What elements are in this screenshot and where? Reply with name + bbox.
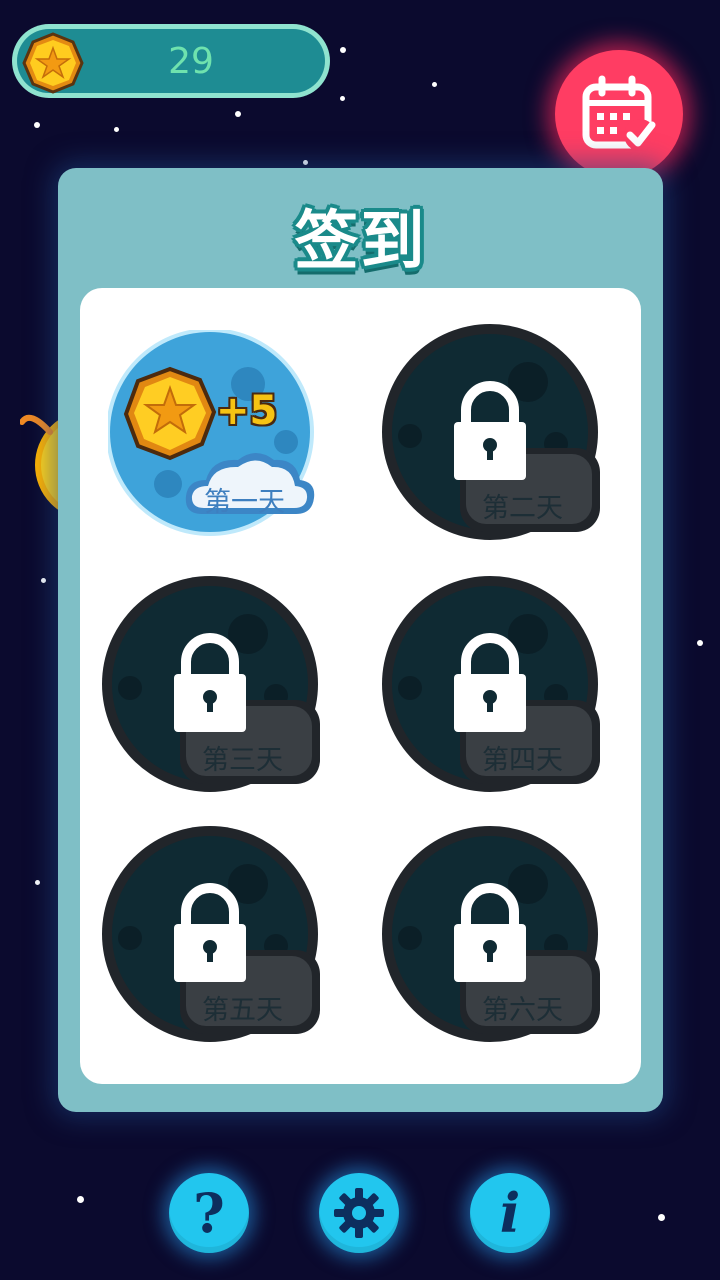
info-icon: i <box>499 1181 521 1245</box>
background-star <box>77 1196 84 1203</box>
day-card-3[interactable]: 第三天 <box>100 576 320 796</box>
day-label: 第六天 <box>482 995 563 1026</box>
day-card-6[interactable]: 第六天 <box>380 826 600 1046</box>
day-card-4[interactable]: 第四天 <box>380 576 600 796</box>
day-card-2[interactable]: 第二天 <box>380 324 600 544</box>
lock-icon <box>454 883 526 982</box>
day-grid: +5 第一天 第二天 第三天 第四天 第五天 第六天 <box>80 288 641 1084</box>
calendar-button[interactable] <box>555 50 683 178</box>
gear-icon <box>334 1188 384 1238</box>
background-star <box>432 82 437 87</box>
help-button[interactable]: ? <box>169 1173 249 1253</box>
question-mark-icon: ? <box>193 1181 225 1245</box>
sign-in-dialog: 签到 +5 第一天 第二天 第三天 第四天 第五天 第六天 <box>58 168 663 1112</box>
dialog-title: 签到 <box>294 205 427 279</box>
coin-star-icon <box>22 32 84 94</box>
settings-button[interactable] <box>319 1173 399 1253</box>
background-star <box>235 111 241 117</box>
background-star <box>658 1214 665 1221</box>
day-label: 第三天 <box>202 745 283 776</box>
calendar-check-icon <box>582 75 656 151</box>
background-star <box>34 122 40 128</box>
lock-icon <box>174 883 246 982</box>
background-star <box>41 578 46 583</box>
background-star <box>697 640 703 646</box>
background-star <box>303 160 308 165</box>
background-star <box>114 127 119 132</box>
lock-icon <box>174 633 246 732</box>
background-star <box>340 47 346 53</box>
reward-amount: +5 <box>216 388 278 434</box>
day-label: 第四天 <box>482 745 563 776</box>
day-label: 第二天 <box>482 493 563 524</box>
lock-icon <box>454 381 526 480</box>
day-card-5[interactable]: 第五天 <box>100 826 320 1046</box>
day-label: 第五天 <box>202 995 283 1026</box>
day-card-1[interactable]: +5 第一天 <box>108 330 328 550</box>
background-star <box>35 880 40 885</box>
info-button[interactable]: i <box>470 1173 550 1253</box>
background-star <box>340 96 345 101</box>
lock-icon <box>454 633 526 732</box>
day-label: 第一天 <box>204 487 285 518</box>
